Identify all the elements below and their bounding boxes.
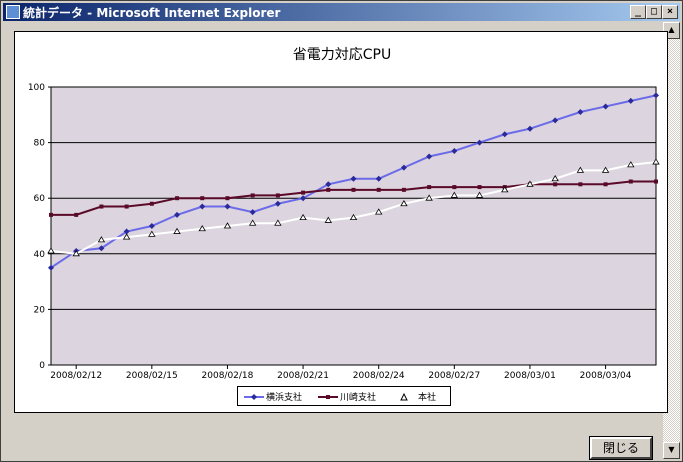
scroll-down-button[interactable]: ▼	[663, 442, 680, 459]
data-point	[401, 187, 406, 192]
data-point	[427, 185, 432, 190]
y-tick-label: 0	[39, 361, 45, 371]
y-tick-label: 80	[34, 139, 46, 149]
data-point	[250, 193, 255, 198]
data-point	[99, 204, 104, 209]
data-point	[225, 196, 230, 201]
data-point	[553, 182, 558, 187]
x-tick-label: 2008/02/24	[353, 371, 405, 381]
maximize-button[interactable]: □	[646, 5, 662, 19]
plot-area	[50, 86, 657, 366]
data-point	[74, 212, 79, 217]
x-tick-label: 2008/03/01	[504, 371, 556, 381]
data-point	[49, 212, 53, 217]
line-chart: 0 20 40 60 80 100 2008/02/12 2008/02/15 2008/02/…	[28, 83, 660, 381]
browser-window: 統計データ - Microsoft Internet Explorer _ □ …	[0, 0, 683, 462]
chart-legend: 横浜支社 川崎支社 本社	[237, 386, 451, 406]
data-point	[149, 201, 154, 206]
x-tick-label: 2008/02/18	[202, 371, 254, 381]
legend-marker-honsha	[400, 392, 408, 401]
data-point	[477, 185, 482, 190]
data-point	[351, 187, 356, 192]
legend-marker-kawasaki	[318, 395, 338, 399]
data-point	[326, 187, 331, 192]
x-tick-label: 2008/03/04	[580, 371, 632, 381]
data-point	[376, 187, 381, 192]
y-tick-label: 100	[28, 83, 45, 93]
x-tick-label: 2008/02/21	[277, 371, 329, 381]
x-tick-label: 2008/02/27	[428, 371, 480, 381]
y-tick-label: 60	[34, 194, 46, 204]
legend-label-yokohama: 横浜支社	[266, 393, 303, 403]
minimize-button[interactable]: _	[630, 5, 646, 19]
data-point	[200, 196, 205, 201]
data-point	[452, 185, 457, 190]
data-point	[603, 182, 608, 187]
y-tick-label: 20	[34, 305, 46, 315]
data-point	[275, 193, 280, 198]
x-tick-label: 2008/02/15	[126, 371, 178, 381]
data-point	[124, 204, 129, 209]
close-window-button[interactable]: ×	[662, 5, 678, 19]
legend-label-honsha: 本社	[418, 393, 437, 403]
page-content: 省電力対応CPU 0 20 40 60 80 100 2008/02/12 2008/02/1…	[5, 22, 668, 459]
close-button[interactable]: 閉じる	[590, 437, 652, 459]
data-point	[301, 190, 306, 195]
ie-icon	[6, 5, 20, 19]
data-point	[175, 196, 180, 201]
legend-marker-yokohama	[244, 394, 264, 400]
title-bar: 統計データ - Microsoft Internet Explorer _ □ …	[3, 3, 680, 21]
data-point	[578, 182, 583, 187]
x-tick-label: 2008/02/12	[50, 371, 102, 381]
data-point	[654, 179, 658, 184]
chart-frame: 省電力対応CPU 0 20 40 60 80 100 2008/02/12 2008/02/1…	[14, 31, 668, 413]
data-point	[628, 179, 633, 184]
window-title: 統計データ - Microsoft Internet Explorer	[23, 6, 281, 20]
y-tick-label: 40	[34, 250, 46, 260]
legend-label-kawasaki: 川崎支社	[340, 393, 377, 403]
